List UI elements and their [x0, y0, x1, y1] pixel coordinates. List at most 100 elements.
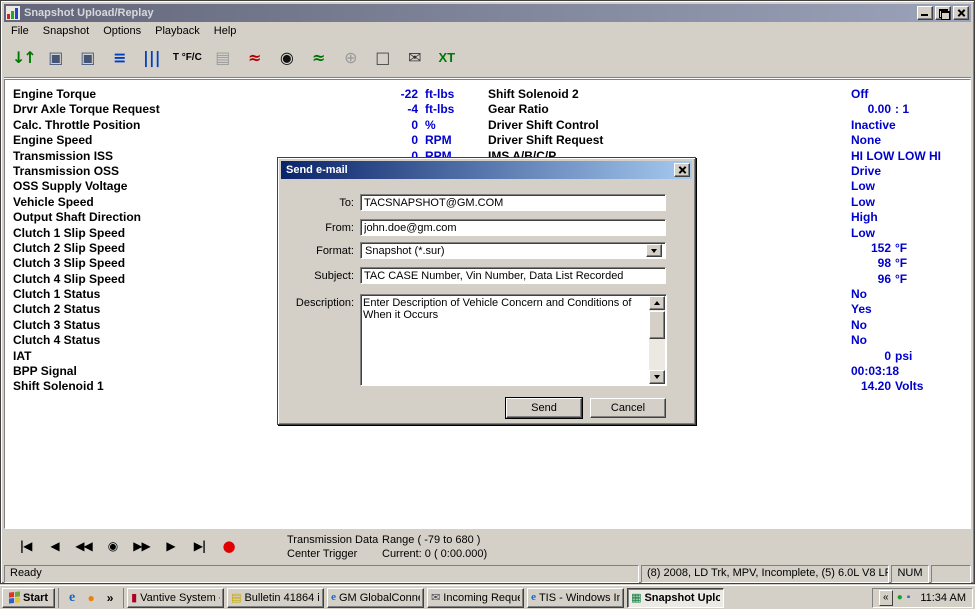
- window-controls: [917, 6, 969, 20]
- send-button[interactable]: Send: [506, 398, 582, 418]
- ie-quicklaunch-icon[interactable]: e: [63, 589, 81, 607]
- data-row: Engine Speed 0 RPM Driver Shift Request …: [5, 133, 970, 148]
- playback-info: Transmission Data Center Trigger: [287, 533, 378, 561]
- new-page-icon[interactable]: □: [368, 43, 398, 73]
- task-button[interactable]: ▦ Snapshot Uplo...: [627, 588, 724, 608]
- task-label: Bulletin 41864 in ...: [244, 592, 320, 604]
- description-scrollbar[interactable]: [649, 296, 665, 384]
- print-icon[interactable]: ▤: [208, 43, 238, 73]
- tray-icon-1[interactable]: ●: [897, 592, 903, 603]
- rewind-button[interactable]: ◀◀: [70, 535, 97, 557]
- task-icon: ▤: [231, 592, 241, 603]
- playback-range: Range ( -79 to 680 ) Current: 0 ( 0:00.0…: [382, 533, 487, 561]
- task-button[interactable]: ▤ Bulletin 41864 in ...: [227, 588, 324, 608]
- num-lock-indicator: NUM: [891, 565, 929, 583]
- param-label: Output Shaft Direction: [13, 210, 141, 224]
- fast-forward-button[interactable]: ▶▶: [128, 535, 155, 557]
- status-message: Ready: [4, 565, 639, 583]
- task-button[interactable]: ✉ Incoming Reques...: [427, 588, 524, 608]
- param-label: Clutch 4 Status: [13, 333, 100, 347]
- dropdown-arrow-icon[interactable]: [646, 244, 662, 257]
- line-graph-icon[interactable]: ≈: [240, 43, 270, 73]
- param-value: 0: [343, 133, 418, 147]
- menu-playback[interactable]: Playback: [148, 24, 207, 38]
- param-value: -4: [343, 102, 418, 116]
- param-value-2: 96: [851, 272, 891, 286]
- format-dropdown[interactable]: Snapshot (*.sur): [360, 242, 666, 259]
- task-label: Incoming Reques...: [443, 592, 520, 604]
- scroll-up-icon[interactable]: [649, 296, 665, 310]
- record-button[interactable]: ●: [215, 535, 242, 557]
- web-icon[interactable]: ⊕: [336, 43, 366, 73]
- start-button[interactable]: Start: [2, 588, 55, 608]
- task-button[interactable]: e TIS - Windows In...: [527, 588, 624, 608]
- export-icon[interactable]: XT: [432, 43, 462, 73]
- to-field[interactable]: [360, 194, 666, 211]
- param-value-2: Low: [851, 195, 891, 209]
- skip-end-button[interactable]: ▶|: [186, 535, 213, 557]
- upload-snapshot-icon[interactable]: ↓↑: [8, 43, 39, 73]
- column-view-icon[interactable]: |||: [137, 43, 167, 73]
- param-value-2: Yes: [851, 302, 891, 316]
- from-label: From:: [286, 222, 354, 234]
- param-unit: ft-lbs: [425, 87, 454, 101]
- task-icon: ▮: [131, 592, 137, 603]
- email-icon[interactable]: ✉: [400, 43, 430, 73]
- skip-start-button[interactable]: |◀: [12, 535, 39, 557]
- menu-help[interactable]: Help: [207, 24, 244, 38]
- scroll-thumb[interactable]: [649, 311, 665, 339]
- param-unit-2: : 1: [895, 102, 909, 116]
- tray-chevron-button[interactable]: «: [879, 590, 893, 606]
- app-quicklaunch-icon[interactable]: ●: [82, 589, 100, 607]
- menu-options[interactable]: Options: [96, 24, 148, 38]
- param-label: Engine Speed: [13, 133, 92, 147]
- tray-icon-2[interactable]: ▪: [907, 592, 911, 603]
- task-label: GM GlobalConnec...: [339, 592, 420, 604]
- dialog-titlebar: Send e-mail: [281, 161, 692, 179]
- scroll-down-icon[interactable]: [649, 370, 665, 384]
- read-snapshot-icon[interactable]: ▣: [41, 43, 71, 73]
- dialog-close-button[interactable]: [674, 163, 690, 177]
- playback-controls: |◀ ◀ ◀◀ ◉ ▶▶ ▶ ▶| ●: [12, 535, 242, 557]
- plot-icon[interactable]: ≈: [304, 43, 334, 73]
- temp-units-icon[interactable]: T °F/C: [169, 43, 206, 73]
- task-button[interactable]: ▮ Vantive System -...: [127, 588, 224, 608]
- app-titlebar: Snapshot Upload/Replay: [4, 4, 971, 22]
- status-spacer: [931, 565, 971, 583]
- minimize-button[interactable]: [917, 6, 933, 20]
- param-value-2: 152: [851, 241, 891, 255]
- restore-button[interactable]: [935, 6, 951, 20]
- param-unit-2: °F: [895, 241, 907, 255]
- menu-bar: File Snapshot Options Playback Help: [4, 23, 971, 38]
- param-label: BPP Signal: [13, 364, 77, 378]
- quicklaunch-overflow-button[interactable]: »: [101, 589, 119, 607]
- param-label: Clutch 1 Status: [13, 287, 100, 301]
- subject-label: Subject:: [286, 270, 354, 282]
- gauge-icon[interactable]: ◉: [272, 43, 302, 73]
- step-back-button[interactable]: ◀: [41, 535, 68, 557]
- task-buttons: ▮ Vantive System -... ▤ Bulletin 41864 i…: [127, 588, 869, 608]
- description-field[interactable]: Enter Description of Vehicle Concern and…: [363, 297, 648, 383]
- read-card-icon[interactable]: ▣: [73, 43, 103, 73]
- center-trigger-button[interactable]: ◉: [99, 535, 126, 557]
- step-forward-button[interactable]: ▶: [157, 535, 184, 557]
- taskbar-clock: 11:34 AM: [914, 592, 966, 604]
- param-label-2: Driver Shift Request: [488, 133, 603, 147]
- data-list-icon[interactable]: ≡: [105, 43, 135, 73]
- format-selected-value: Snapshot (*.sur): [364, 245, 646, 257]
- cancel-button[interactable]: Cancel: [590, 398, 666, 418]
- subject-field[interactable]: [360, 267, 666, 284]
- start-label: Start: [23, 592, 48, 604]
- menu-snapshot[interactable]: Snapshot: [36, 24, 96, 38]
- app-icon: [6, 6, 20, 20]
- param-label: Transmission ISS: [13, 149, 113, 163]
- param-label-2: Shift Solenoid 2: [488, 87, 579, 101]
- param-label: Calc. Throttle Position: [13, 118, 140, 132]
- task-button[interactable]: e GM GlobalConnec...: [327, 588, 424, 608]
- param-value-2: 0.00: [851, 102, 891, 116]
- close-button[interactable]: [953, 6, 969, 20]
- menu-file[interactable]: File: [4, 24, 36, 38]
- windows-flag-icon: [9, 591, 20, 603]
- param-unit: ft-lbs: [425, 102, 454, 116]
- from-field[interactable]: [360, 219, 666, 236]
